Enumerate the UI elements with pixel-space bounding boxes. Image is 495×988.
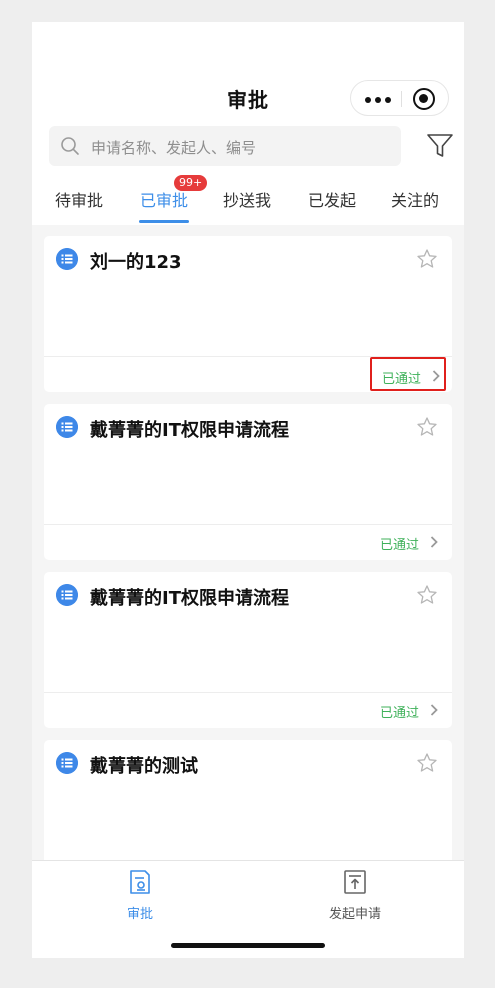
header: 审批 申请名称、发起人、编号 待审批 已审批 99+ 抄送我 已发起 关注的 [32,22,464,225]
search-icon [61,137,79,155]
status-badge: 已通过 [380,706,420,721]
list-icon [56,752,78,774]
filter-icon[interactable] [426,133,454,159]
list-icon [56,584,78,606]
approval-card[interactable]: 戴菁菁的IT权限申请流程 已通过 [44,404,452,560]
close-target-icon[interactable] [413,88,435,110]
tabbar-item-initiate[interactable]: 发起申请 [315,869,395,929]
tab-followed[interactable]: 关注的 [391,187,439,211]
star-icon[interactable] [416,416,438,438]
tab-cc-me[interactable]: 抄送我 [223,187,271,211]
capsule-divider [401,91,402,107]
mini-program-capsule [350,80,449,116]
chevron-right-icon [430,704,438,716]
search-input[interactable]: 申请名称、发起人、编号 [91,137,256,158]
tabbar-item-approval[interactable]: 审批 [100,869,180,929]
card-title: 刘一的123 [90,252,182,273]
card-title: 戴菁菁的IT权限申请流程 [90,588,289,609]
upload-doc-icon [344,870,366,894]
search-bar[interactable]: 申请名称、发起人、编号 [49,126,401,166]
more-icon[interactable] [365,97,391,103]
status-badge: 已通过 [380,538,420,553]
count-badge: 99+ [174,175,208,191]
tab-bar-top: 待审批 已审批 99+ 抄送我 已发起 关注的 [32,175,464,225]
status-link[interactable]: 已通过 [370,357,446,391]
home-indicator [171,943,325,948]
star-icon[interactable] [416,752,438,774]
card-title: 戴菁菁的测试 [90,756,198,777]
tab-pending[interactable]: 待审批 [55,187,103,211]
list-icon [56,248,78,270]
tabbar-label-approval: 审批 [126,907,153,922]
tabbar-label-initiate: 发起申请 [328,907,381,922]
active-tab-indicator [139,220,189,223]
star-icon[interactable] [416,248,438,270]
approval-doc-icon [130,870,150,894]
phone-screen: 审批 申请名称、发起人、编号 待审批 已审批 99+ 抄送我 已发起 关注的 刘… [32,22,464,958]
status-badge: 已通过 [382,372,422,387]
star-icon[interactable] [416,584,438,606]
approval-card[interactable]: 刘一的123 已通过 [44,236,452,392]
list-icon [56,416,78,438]
chevron-right-icon [432,370,440,382]
approval-card[interactable]: 戴菁菁的IT权限申请流程 已通过 [44,572,452,728]
status-link[interactable]: 已通过 [370,525,446,559]
tab-initiated[interactable]: 已发起 [308,187,356,211]
card-title: 戴菁菁的IT权限申请流程 [90,420,289,441]
status-link[interactable]: 已通过 [370,693,446,727]
bottom-tab-bar: 审批 发起申请 [32,860,464,958]
chevron-right-icon [430,536,438,548]
